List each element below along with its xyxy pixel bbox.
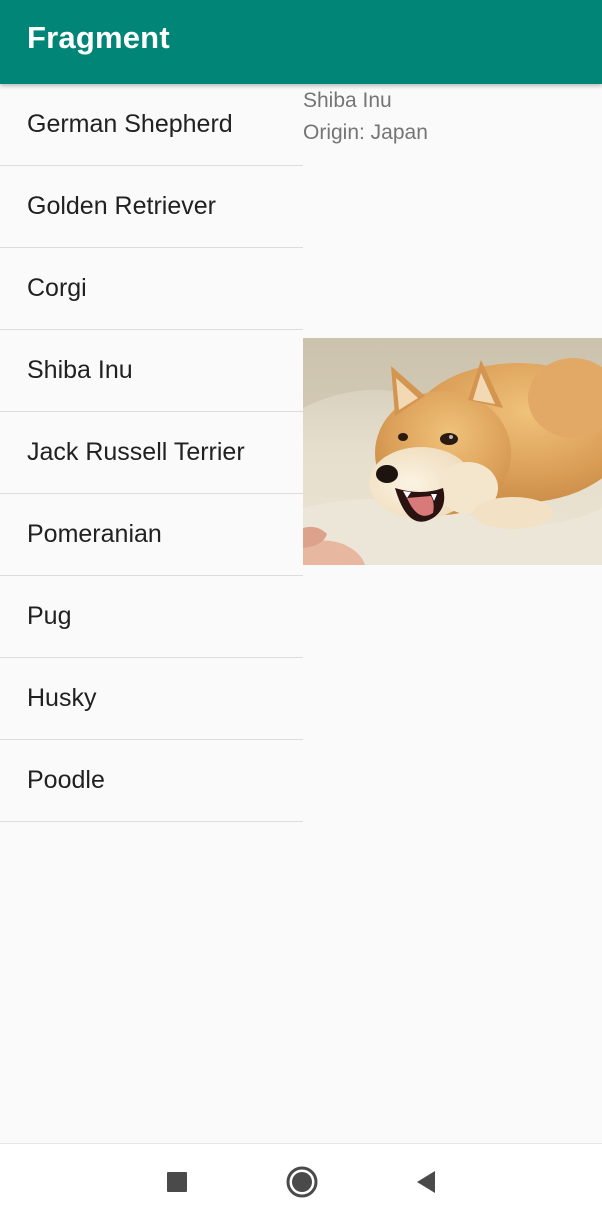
back-button[interactable] (396, 1144, 456, 1223)
triangle-back-icon (415, 1170, 437, 1199)
list-item-jack-russell-terrier[interactable]: Jack Russell Terrier (0, 412, 303, 494)
app-screen: Fragment German Shepherd Golden Retrieve… (0, 0, 602, 1223)
square-icon (166, 1171, 188, 1198)
list-item-corgi[interactable]: Corgi (0, 248, 303, 330)
recents-button[interactable] (147, 1144, 207, 1223)
toolbar: Fragment (0, 0, 602, 84)
dog-photo (303, 338, 602, 565)
list-item-label: German Shepherd (27, 110, 233, 138)
home-button[interactable] (272, 1144, 332, 1223)
list-item-label: Jack Russell Terrier (27, 438, 245, 466)
list-item-label: Husky (27, 684, 97, 712)
list-item-shiba-inu[interactable]: Shiba Inu (0, 330, 303, 412)
list-item-poodle[interactable]: Poodle (0, 740, 303, 822)
list-item-pug[interactable]: Pug (0, 576, 303, 658)
detail-breed-origin: Origin: Japan (303, 121, 428, 144)
detail-breed-name: Shiba Inu (303, 89, 392, 112)
list-item-label: Pug (27, 602, 72, 630)
list-item-label: Poodle (27, 766, 105, 794)
toolbar-title: Fragment (27, 20, 170, 55)
system-navigation-bar (0, 1143, 602, 1223)
list-item-label: Shiba Inu (27, 356, 133, 384)
list-item-label: Golden Retriever (27, 192, 216, 220)
list-item-husky[interactable]: Husky (0, 658, 303, 740)
list-item-pomeranian[interactable]: Pomeranian (0, 494, 303, 576)
list-item-label: Pomeranian (27, 520, 162, 548)
list-item-german-shepherd[interactable]: German Shepherd (0, 84, 303, 166)
list-item-golden-retriever[interactable]: Golden Retriever (0, 166, 303, 248)
breed-list: German Shepherd Golden Retriever Corgi S… (0, 84, 303, 822)
circle-icon (286, 1166, 318, 1203)
list-item-label: Corgi (27, 274, 87, 302)
